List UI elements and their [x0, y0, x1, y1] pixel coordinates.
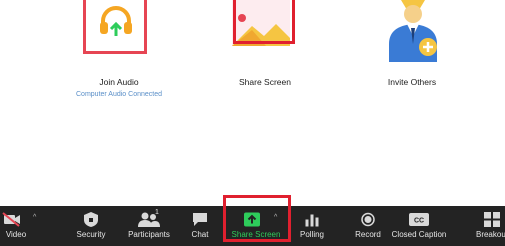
meeting-main-area: Join Audio Computer Audio Connected Shar…: [0, 0, 505, 206]
invite-others-icon: [389, 0, 437, 62]
share-screen-toolbar-label: Share Screen: [231, 230, 281, 239]
breakout-rooms-label: Breakout: [475, 230, 505, 239]
polling-icon: [305, 214, 319, 227]
video-button[interactable]: ^ Video: [0, 206, 38, 246]
meeting-toolbar: ^ Video Security 1 Participants Chat ^ S…: [0, 206, 505, 246]
breakout-rooms-icon: [484, 212, 500, 227]
chat-button[interactable]: Chat: [182, 206, 218, 246]
audio-status-label: Computer Audio Connected: [76, 91, 162, 98]
video-options-caret-icon[interactable]: ^: [33, 214, 36, 221]
security-button[interactable]: Security: [68, 206, 114, 246]
video-label: Video: [5, 230, 27, 239]
chat-label: Chat: [191, 230, 209, 239]
chat-icon: [193, 213, 207, 226]
share-screen-label: Share Screen: [239, 77, 291, 87]
share-screen-button[interactable]: ^ Share Screen: [228, 206, 284, 246]
join-audio-label: Join Audio: [99, 77, 139, 87]
record-icon: [361, 212, 375, 227]
join-audio-highlight: [83, 0, 147, 54]
polling-button[interactable]: Polling: [292, 206, 332, 246]
share-options-caret-icon[interactable]: ^: [274, 214, 277, 221]
participants-button[interactable]: 1 Participants: [122, 206, 176, 246]
headphones-icon: [100, 6, 132, 36]
participants-label: Participants: [128, 230, 170, 239]
invite-others-label: Invite Others: [387, 77, 437, 87]
shield-icon: [84, 212, 98, 227]
share-screen-arrow-icon: [243, 212, 260, 227]
closed-caption-icon: CC: [409, 213, 429, 226]
breakout-rooms-button[interactable]: Breakout: [470, 206, 505, 246]
video-off-icon: [1, 212, 20, 227]
polling-label: Polling: [299, 230, 324, 239]
share-screen-highlight: [233, 0, 295, 44]
security-label: Security: [76, 230, 106, 239]
svg-text:CC: CC: [414, 218, 424, 225]
closed-caption-label: Closed Caption: [391, 230, 447, 239]
closed-caption-button[interactable]: CC Closed Caption: [380, 206, 458, 246]
participants-count: 1: [155, 209, 159, 216]
